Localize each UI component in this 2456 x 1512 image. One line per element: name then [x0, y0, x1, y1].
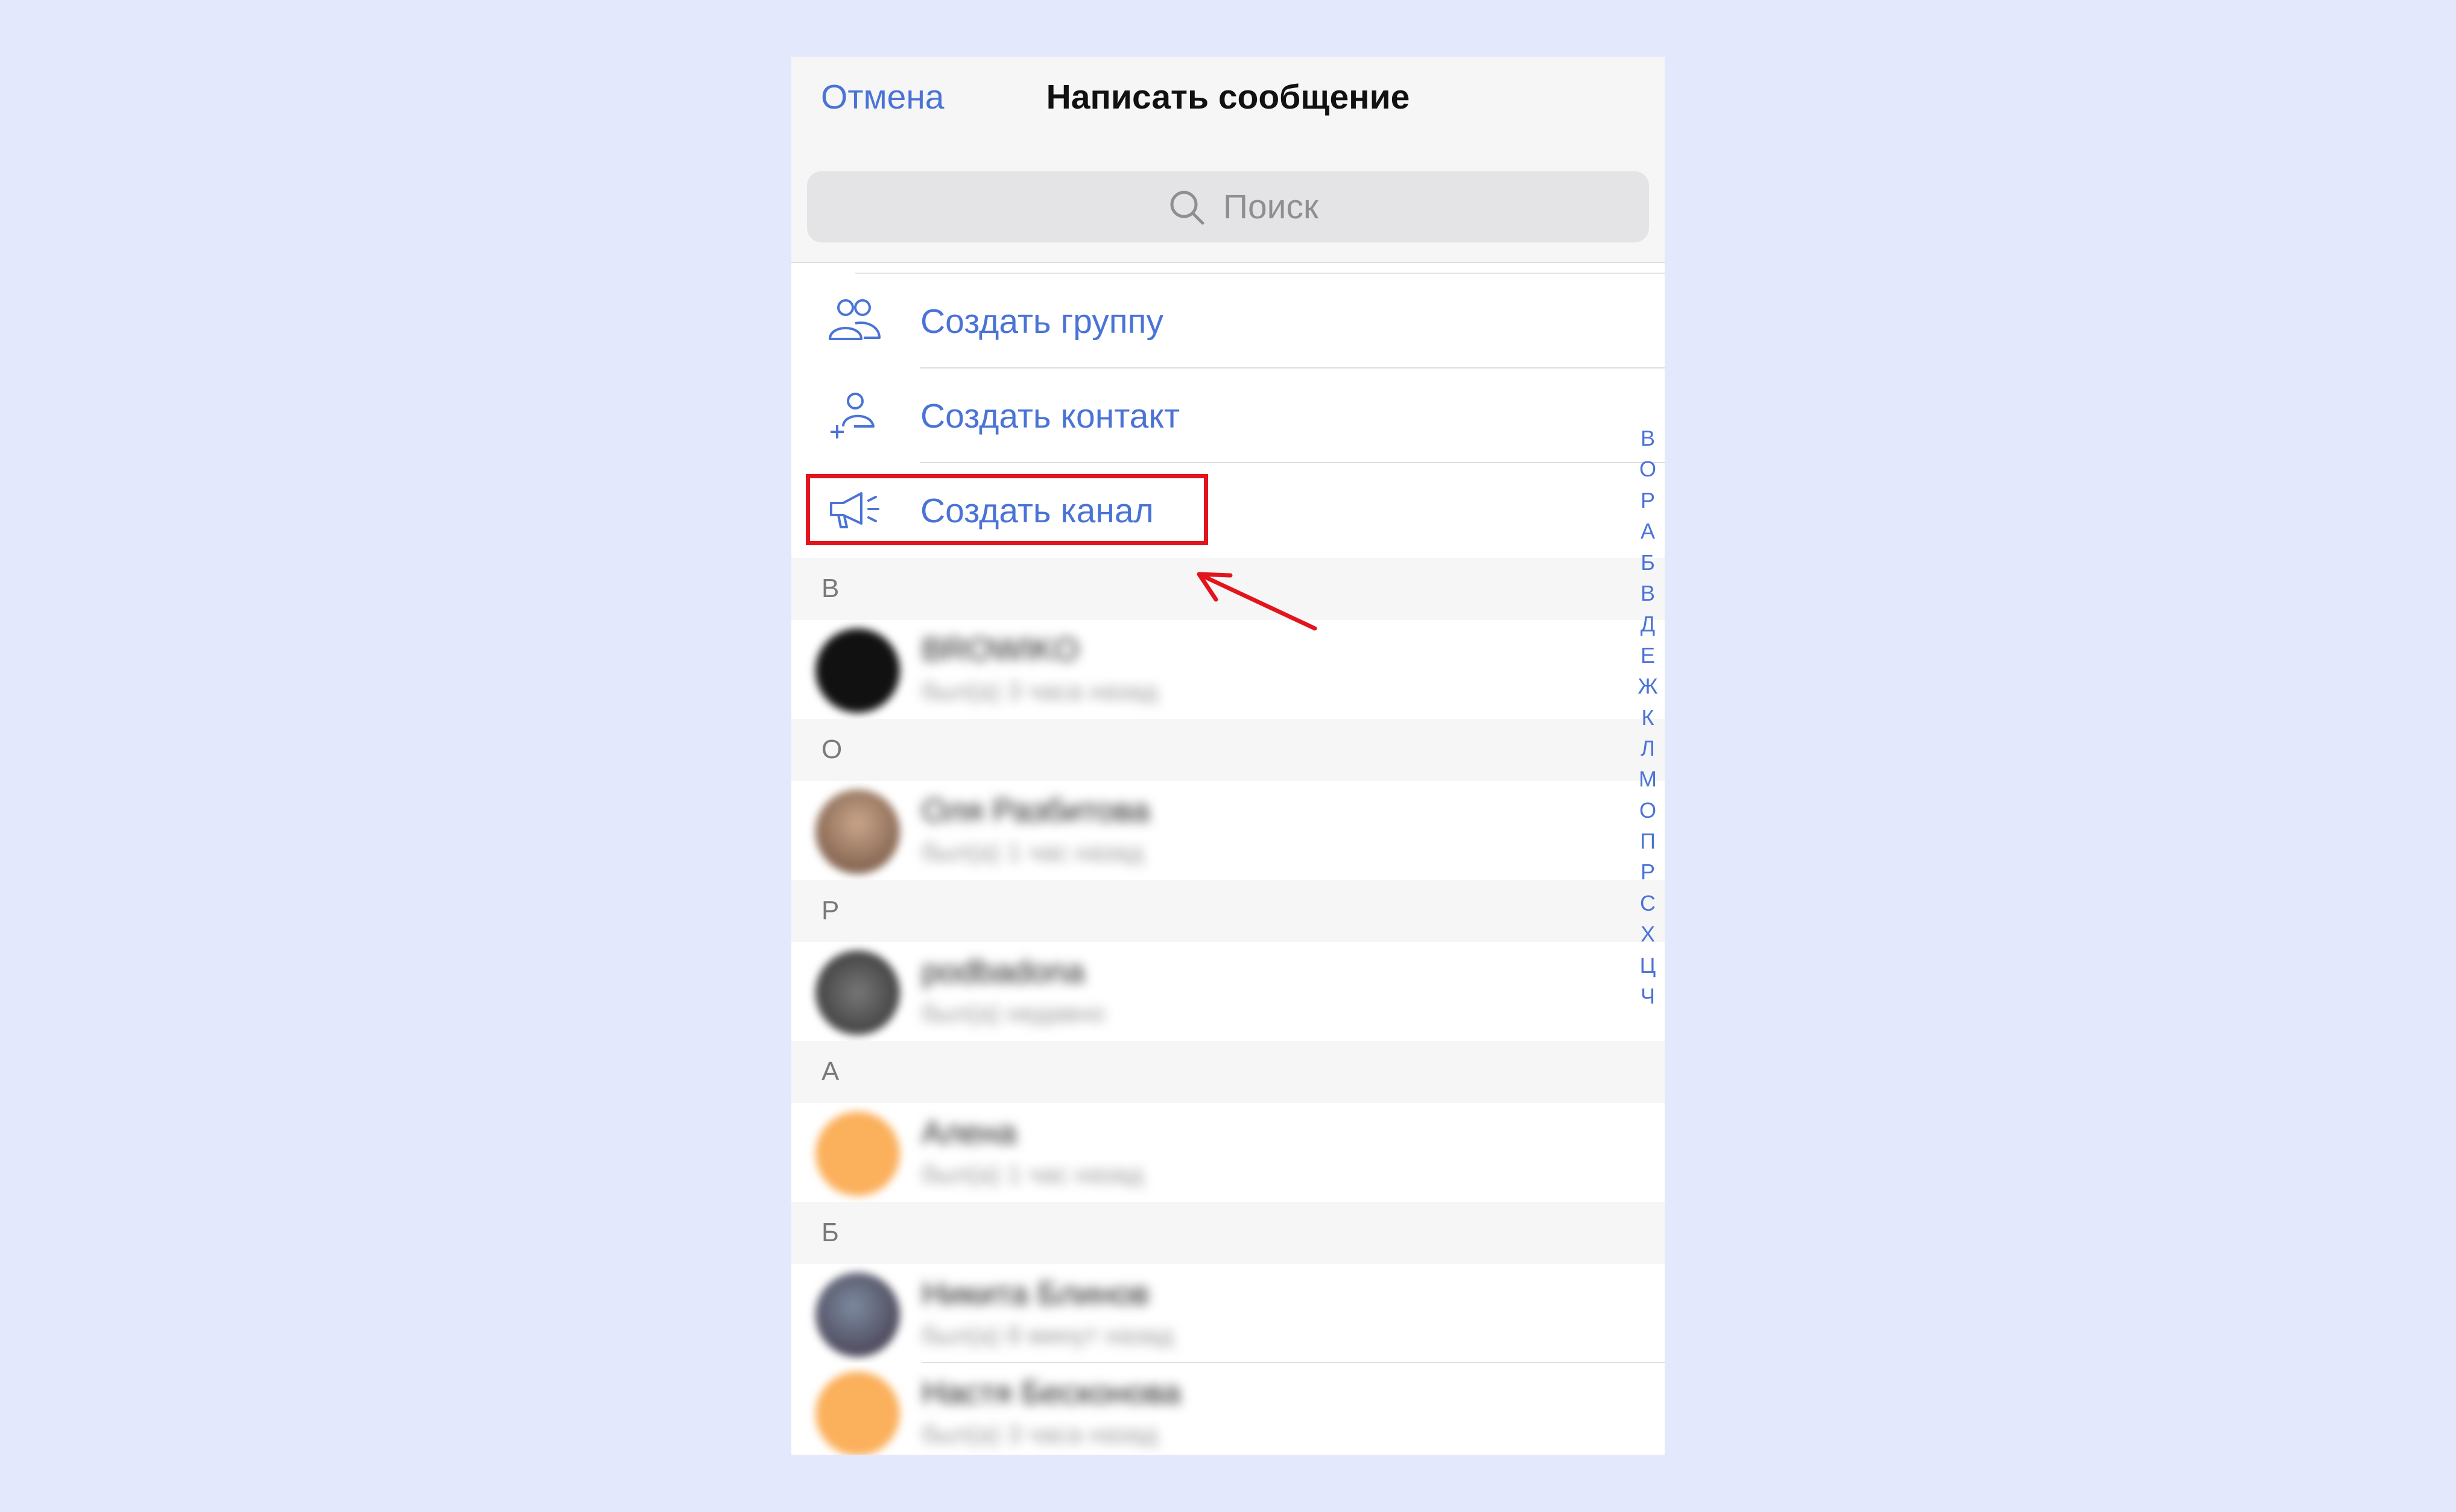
- contact-name: Алена: [922, 1115, 1017, 1151]
- new-message-screen: Отмена Написать сообщение Поиск Создать …: [791, 57, 1665, 1455]
- contact-name: Никита Блинов: [922, 1276, 1150, 1312]
- list-item[interactable]: Настя Бесконова был(а) 3 часа назад: [791, 1363, 1665, 1455]
- index-letter[interactable]: Р: [1622, 485, 1673, 516]
- index-letter[interactable]: Е: [1622, 640, 1673, 671]
- section-header: Р: [791, 880, 1665, 942]
- contact-name: podbadona: [922, 954, 1085, 990]
- index-letter[interactable]: О: [1622, 454, 1673, 484]
- index-letter[interactable]: Р: [1622, 856, 1673, 887]
- index-letter[interactable]: Х: [1622, 919, 1673, 949]
- index-letter[interactable]: В: [1622, 578, 1673, 609]
- contact-name: Оля Разбитова: [922, 792, 1150, 829]
- section-header: Б: [791, 1202, 1665, 1264]
- search-input[interactable]: Поиск: [807, 171, 1649, 242]
- contact-status: был(а) 3 часа назад: [922, 1420, 1158, 1448]
- contact-name: BROWIKO: [922, 631, 1080, 668]
- search-icon: [1170, 191, 1204, 225]
- arrow-annotation: [1197, 572, 1317, 631]
- create-contact-label: Создать контакт: [920, 397, 1180, 435]
- create-group-button[interactable]: Создать группу: [791, 274, 1665, 369]
- contact-name: Настя Бесконова: [922, 1374, 1181, 1411]
- section-letter: О: [821, 735, 843, 764]
- index-letter[interactable]: Л: [1622, 733, 1673, 764]
- section-header: О: [791, 719, 1665, 781]
- navigation-bar: Отмена Написать сообщение Поиск: [791, 57, 1665, 263]
- contact-status: был(а) недавно: [922, 999, 1106, 1027]
- create-group-label: Создать группу: [920, 302, 1164, 341]
- contact-status: был(а) 1 час назад: [922, 1160, 1144, 1188]
- index-letter[interactable]: А: [1622, 516, 1673, 546]
- index-letter[interactable]: М: [1622, 764, 1673, 794]
- index-letter[interactable]: Б: [1622, 547, 1673, 578]
- page-title: Написать сообщение: [1046, 78, 1410, 116]
- create-contact-button[interactable]: Создать контакт: [791, 369, 1665, 463]
- avatar: [815, 1371, 900, 1455]
- avatar: [815, 789, 900, 874]
- index-letter[interactable]: С: [1622, 888, 1673, 919]
- contact-status: был(а) 3 часа назад: [922, 677, 1158, 705]
- search-placeholder: Поиск: [1223, 188, 1318, 226]
- add-contact-icon: [831, 393, 875, 438]
- index-letter[interactable]: Ч: [1622, 981, 1673, 1011]
- contact-status: был(а) 1 час назад: [922, 838, 1144, 866]
- index-letter[interactable]: Ц: [1622, 950, 1673, 981]
- list-item[interactable]: podbadona был(а) недавно: [791, 942, 1665, 1041]
- index-letter[interactable]: К: [1622, 702, 1673, 733]
- alphabet-index[interactable]: ВОРАБВДЕЖКЛМОПРСХЦЧ: [1622, 423, 1673, 1011]
- index-letter[interactable]: Ж: [1622, 671, 1673, 701]
- index-letter[interactable]: Д: [1622, 609, 1673, 639]
- list-item[interactable]: Никита Блинов был(а) 8 минут назад: [791, 1264, 1665, 1363]
- avatar: [815, 1273, 900, 1357]
- contact-list: В BROWIKO был(а) 3 часа назад О Оля Разб…: [791, 558, 1665, 1455]
- avatar: [815, 628, 900, 713]
- list-item[interactable]: Оля Разбитова был(а) 1 час назад: [791, 781, 1665, 880]
- avatar: [815, 1112, 900, 1196]
- section-header: А: [791, 1041, 1665, 1103]
- avatar: [815, 951, 900, 1035]
- group-icon: [829, 299, 881, 340]
- section-letter: Б: [821, 1218, 839, 1247]
- section-letter: Р: [821, 896, 840, 925]
- index-letter[interactable]: О: [1622, 795, 1673, 826]
- index-letter[interactable]: П: [1622, 826, 1673, 856]
- list-item[interactable]: Алена был(а) 1 час назад: [791, 1103, 1665, 1202]
- contact-status: был(а) 8 минут назад: [922, 1321, 1174, 1349]
- index-letter[interactable]: В: [1622, 423, 1673, 454]
- section-letter: В: [821, 574, 840, 603]
- section-letter: А: [821, 1057, 840, 1086]
- highlight-box: [806, 474, 1208, 545]
